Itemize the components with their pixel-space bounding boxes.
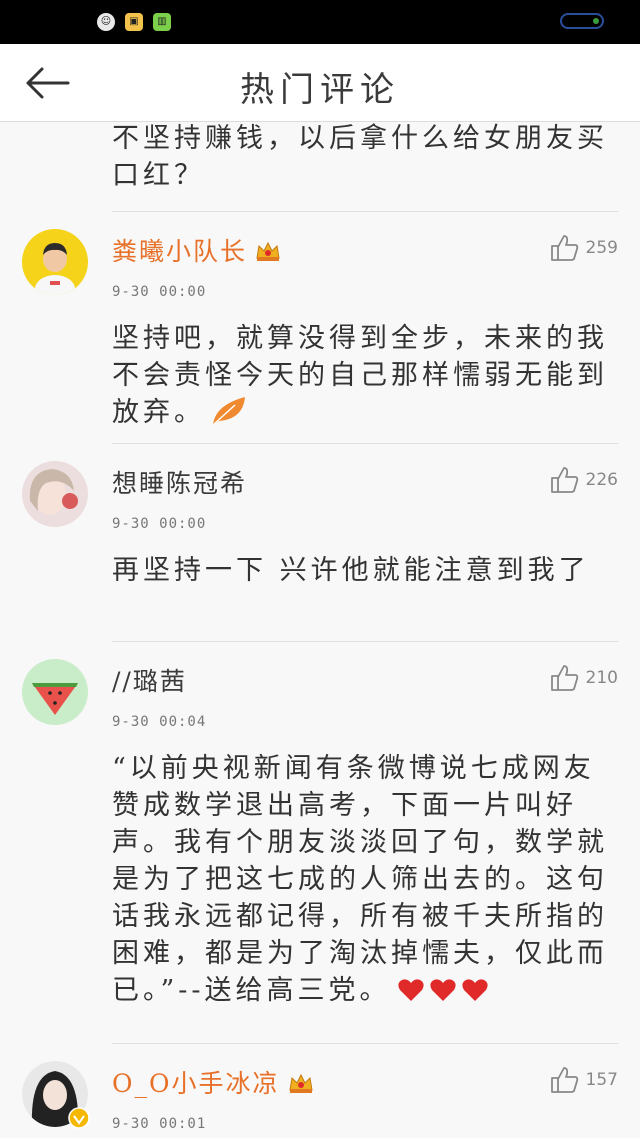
like-button[interactable]: 259 — [550, 234, 618, 262]
avatar[interactable] — [22, 461, 88, 527]
timestamp: 9-30 00:01 — [112, 1116, 207, 1132]
battery-icon — [560, 13, 604, 29]
divider — [112, 641, 618, 642]
avatar[interactable] — [22, 1061, 90, 1129]
like-button[interactable]: 157 — [550, 1066, 618, 1094]
comment-text-partial: 不坚持赚钱，以后拿什么给女朋友买口红？ — [112, 123, 608, 191]
timestamp: 9-30 00:04 — [112, 714, 207, 730]
heart-icon — [461, 979, 488, 1001]
thumbs-up-icon — [550, 235, 578, 261]
status-bar: ☺ ▣ ▥ — [0, 0, 640, 44]
heart-icon — [397, 979, 424, 1001]
app-bar: 热门评论 — [0, 44, 640, 122]
thumbs-up-icon — [550, 1067, 578, 1093]
divider — [112, 211, 618, 212]
like-button[interactable]: 226 — [550, 466, 618, 494]
username[interactable]: //璐茜 — [112, 662, 187, 698]
username[interactable]: O_O小手冰凉 — [112, 1064, 314, 1100]
thumbs-up-icon — [550, 467, 578, 493]
verified-badge-icon — [68, 1107, 90, 1129]
avatar[interactable] — [22, 229, 88, 295]
page-title: 热门评论 — [240, 70, 400, 110]
leaf-icon — [212, 397, 245, 426]
username[interactable]: 想睡陈冠希 — [112, 464, 247, 500]
timestamp: 9-30 00:00 — [112, 516, 207, 532]
hearts — [397, 977, 489, 1003]
vip-crown-icon — [256, 241, 280, 261]
comment-text: 坚持吧，就算没得到全步，未来的我不会责怪今天的自己那样懦弱无能到放弃。 — [112, 323, 608, 428]
thumbs-up-icon — [550, 665, 578, 691]
avatar[interactable] — [22, 659, 88, 725]
username[interactable]: 粪曦小队长 — [112, 232, 281, 268]
comment-list[interactable]: 不坚持赚钱，以后拿什么给女朋友买口红？ 粪曦小队长 259 9-30 00:00… — [0, 122, 640, 1138]
vip-crown-icon — [288, 1073, 313, 1093]
notification-icon: ☺ — [97, 13, 115, 31]
like-button[interactable]: 210 — [550, 664, 618, 692]
comment-text: 再坚持一下 兴许他就能注意到我了 — [112, 555, 590, 586]
timestamp: 9-30 00:00 — [112, 284, 207, 300]
heart-icon — [429, 979, 456, 1001]
app-notification-icon: ▣ — [125, 13, 143, 31]
divider — [112, 1043, 618, 1044]
app-notification-icon-2: ▥ — [153, 13, 171, 31]
divider — [112, 443, 618, 444]
comment-text: “以前央视新闻有条微博说七成网友赞成数学退出高考，下面一片叫好声。我有个朋友淡淡… — [112, 753, 608, 1006]
